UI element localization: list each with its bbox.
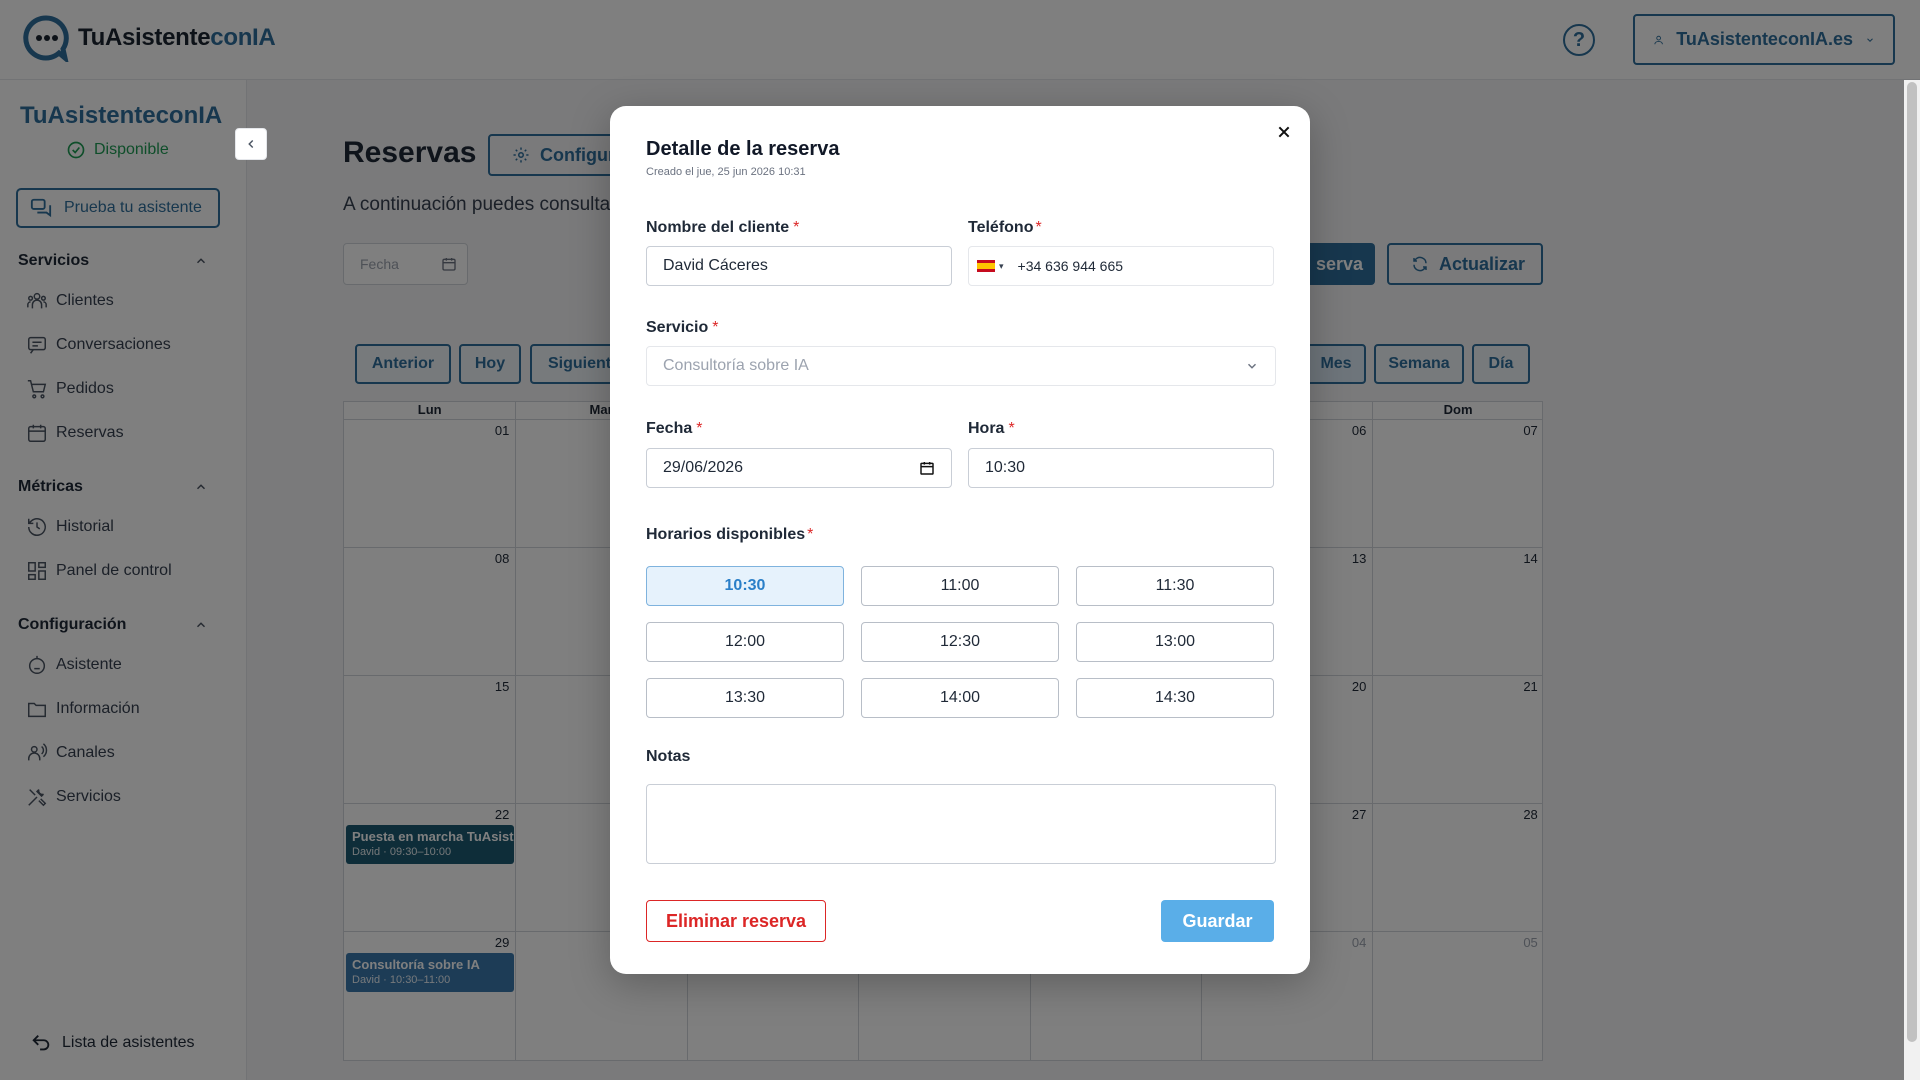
time-slot-button[interactable]: 14:00 [861, 678, 1059, 718]
chevron-down-icon [1247, 363, 1257, 369]
calendar-icon[interactable] [919, 460, 935, 476]
service-label: Servicio * [646, 319, 719, 336]
time-slot-button[interactable]: 14:30 [1076, 678, 1274, 718]
time-label: Hora * [968, 420, 1015, 437]
phone-value: +34 636 944 665 [1017, 258, 1124, 274]
time-slot-button[interactable]: 11:30 [1076, 566, 1274, 606]
time-slot-button[interactable]: 10:30 [646, 566, 844, 606]
time-slot-button[interactable]: 13:30 [646, 678, 844, 718]
date-input[interactable]: 29/06/2026 [646, 448, 952, 488]
service-value: Consultoría sobre IA [663, 357, 809, 374]
save-button[interactable]: Guardar [1161, 900, 1274, 942]
time-slot-button[interactable]: 12:00 [646, 622, 844, 662]
scrollbar-thumb[interactable] [1907, 82, 1917, 1042]
client-name-input[interactable]: David Cáceres [646, 246, 952, 286]
phone-label: Teléfono * [968, 219, 1042, 236]
time-value: 10:30 [985, 459, 1026, 476]
time-slot-button[interactable]: 13:00 [1076, 622, 1274, 662]
caret-down-icon: ▾ [999, 260, 1004, 271]
collapse-sidebar-button[interactable] [235, 128, 267, 160]
time-slot-button[interactable]: 11:00 [861, 566, 1059, 606]
time-input[interactable]: 10:30 [968, 448, 1274, 488]
phone-input[interactable]: ▾ +34 636 944 665 [968, 246, 1274, 286]
delete-reservation-button[interactable]: Eliminar reserva [646, 900, 826, 942]
date-value: 29/06/2026 [663, 459, 744, 476]
client-name-label: Nombre del cliente * [646, 219, 800, 236]
reservation-detail-dialog: Detalle de la reserva Creado el jue, 25 … [610, 106, 1310, 974]
service-select[interactable]: Consultoría sobre IA [646, 346, 1276, 386]
country-selector[interactable]: ▾ [977, 260, 1004, 272]
spain-flag-icon [977, 260, 995, 272]
date-label: Fecha * [646, 420, 703, 437]
dialog-subtitle: Creado el jue, 25 jun 2026 10:31 [646, 166, 806, 178]
dialog-title: Detalle de la reserva [646, 138, 840, 160]
time-slot-button[interactable]: 12:30 [861, 622, 1059, 662]
close-button[interactable] [1272, 120, 1296, 144]
close-icon [1278, 126, 1290, 138]
notes-label: Notas [646, 748, 691, 765]
client-name-value: David Cáceres [663, 257, 768, 274]
available-slots-label: Horarios disponibles * [646, 526, 814, 543]
notes-textarea[interactable] [646, 784, 1276, 864]
chevron-left-icon [248, 139, 254, 149]
